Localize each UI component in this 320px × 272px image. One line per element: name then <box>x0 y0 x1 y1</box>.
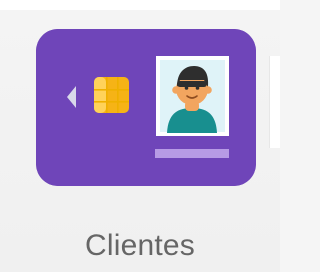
stage: Clientes <box>0 0 280 272</box>
signature-bar <box>155 149 229 158</box>
chip-icon <box>94 77 129 113</box>
clientes-tile[interactable]: Clientes <box>0 0 280 272</box>
customer-card-icon <box>36 29 256 186</box>
tile-label: Clientes <box>85 229 195 262</box>
customer-card-illustration <box>36 29 256 186</box>
